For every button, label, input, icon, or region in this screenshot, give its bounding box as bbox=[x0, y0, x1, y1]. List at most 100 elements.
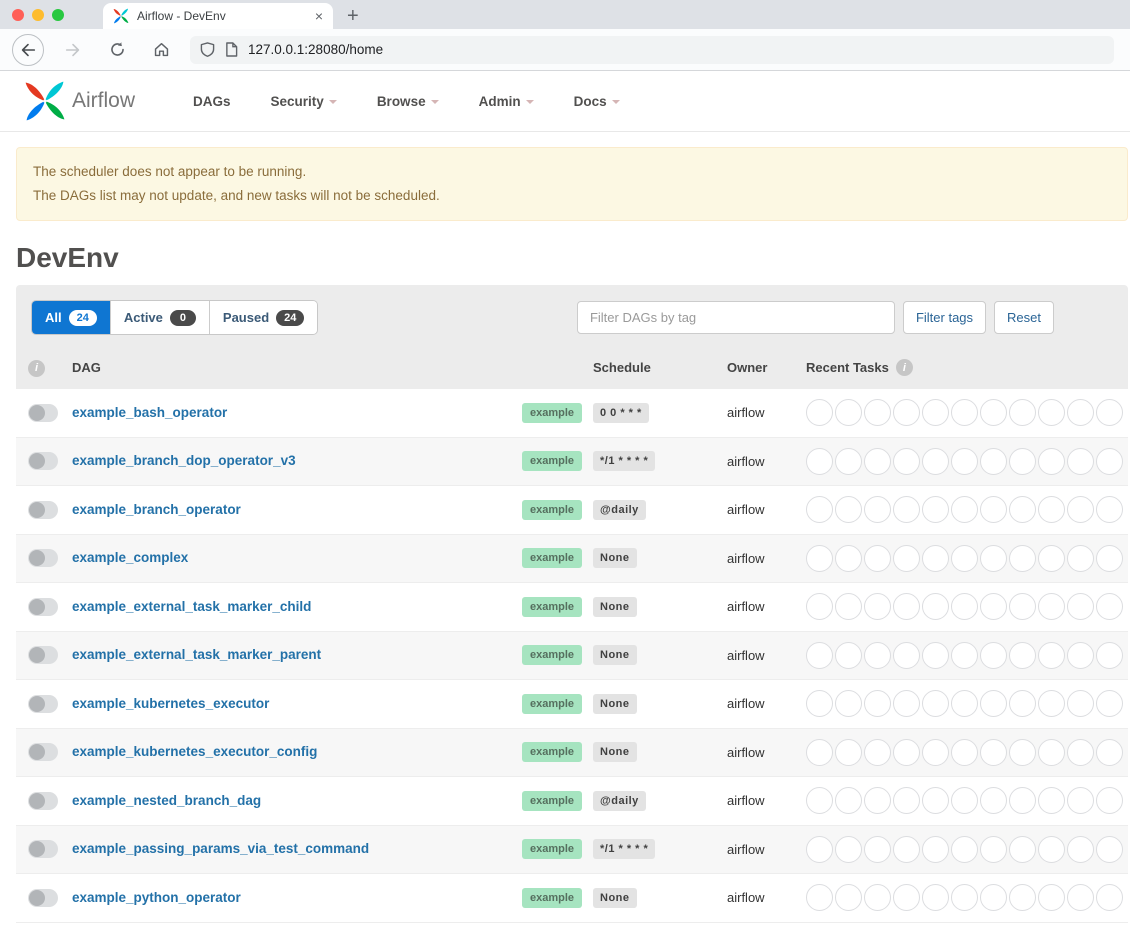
schedule-cell: */1 * * * * bbox=[593, 839, 727, 859]
schedule-badge: None bbox=[593, 645, 637, 665]
menu-item-browse[interactable]: Browse bbox=[357, 94, 459, 109]
dag-link[interactable]: example_kubernetes_executor bbox=[72, 696, 269, 711]
filter-tags-button[interactable]: Filter tags bbox=[903, 301, 986, 334]
dags-panel: All 24 Active 0 Paused 24 Filter tags Re… bbox=[16, 285, 1128, 389]
menu-item-docs[interactable]: Docs bbox=[554, 94, 640, 109]
owner-label: airflow bbox=[727, 648, 806, 663]
schedule-badge: None bbox=[593, 742, 637, 762]
dag-tag-badge[interactable]: example bbox=[522, 839, 582, 859]
dag-link[interactable]: example_bash_operator bbox=[72, 405, 227, 420]
info-icon[interactable]: i bbox=[896, 359, 913, 376]
task-state-circle bbox=[1038, 496, 1065, 523]
dag-tag-badge[interactable]: example bbox=[522, 694, 582, 714]
task-state-circle bbox=[922, 739, 949, 766]
menu-item-admin[interactable]: Admin bbox=[459, 94, 554, 109]
tab-active[interactable]: Active 0 bbox=[111, 301, 210, 334]
pause-toggle[interactable] bbox=[28, 840, 58, 858]
pause-toggle[interactable] bbox=[28, 501, 58, 519]
pause-toggle[interactable] bbox=[28, 452, 58, 470]
pause-toggle[interactable] bbox=[28, 646, 58, 664]
home-icon[interactable] bbox=[146, 35, 176, 65]
dag-tag-badge[interactable]: example bbox=[522, 888, 582, 908]
tab-paused-label: Paused bbox=[223, 310, 269, 325]
pause-toggle[interactable] bbox=[28, 598, 58, 616]
task-state-circle bbox=[1009, 545, 1036, 572]
menu-item-dags[interactable]: DAGs bbox=[173, 94, 251, 109]
reload-icon[interactable] bbox=[102, 35, 132, 65]
task-state-circle bbox=[1067, 884, 1094, 911]
dag-link[interactable]: example_complex bbox=[72, 550, 188, 565]
pause-toggle[interactable] bbox=[28, 889, 58, 907]
back-icon[interactable] bbox=[12, 34, 44, 66]
window-minimize-button[interactable] bbox=[32, 9, 44, 21]
dag-tag-cell: example bbox=[522, 888, 593, 908]
task-state-circle bbox=[893, 545, 920, 572]
pause-toggle[interactable] bbox=[28, 404, 58, 422]
dag-link[interactable]: example_external_task_marker_parent bbox=[72, 647, 321, 662]
tab-all[interactable]: All 24 bbox=[32, 301, 111, 334]
task-state-circle bbox=[893, 739, 920, 766]
task-state-circle bbox=[951, 787, 978, 814]
new-tab-button[interactable]: + bbox=[347, 6, 359, 26]
tab-close-icon[interactable]: × bbox=[315, 9, 323, 23]
owner-label: airflow bbox=[727, 696, 806, 711]
shield-icon[interactable] bbox=[200, 42, 215, 57]
header-dag[interactable]: DAG bbox=[72, 359, 593, 377]
task-state-circle bbox=[806, 448, 833, 475]
dag-tag-badge[interactable]: example bbox=[522, 548, 582, 568]
dag-row: example_kubernetes_executor_config examp… bbox=[16, 729, 1128, 778]
owner-label: airflow bbox=[727, 454, 806, 469]
dag-name-cell: example_branch_operator bbox=[72, 501, 522, 519]
dag-tag-badge[interactable]: example bbox=[522, 645, 582, 665]
pause-toggle[interactable] bbox=[28, 549, 58, 567]
task-state-circle bbox=[806, 836, 833, 863]
browser-tab[interactable]: Airflow - DevEnv × bbox=[103, 3, 333, 29]
forward-icon[interactable] bbox=[58, 35, 88, 65]
dag-tag-badge[interactable]: example bbox=[522, 403, 582, 423]
dag-link[interactable]: example_branch_dop_operator_v3 bbox=[72, 453, 296, 468]
airflow-logo[interactable]: Airflow bbox=[24, 80, 135, 122]
schedule-cell: None bbox=[593, 597, 727, 617]
filter-dags-by-tag-input[interactable] bbox=[577, 301, 895, 334]
task-state-circle bbox=[951, 739, 978, 766]
dag-tag-badge[interactable]: example bbox=[522, 500, 582, 520]
tab-paused[interactable]: Paused 24 bbox=[210, 301, 318, 334]
menu-item-security[interactable]: Security bbox=[251, 94, 357, 109]
dag-link[interactable]: example_external_task_marker_child bbox=[72, 599, 311, 614]
recent-tasks-cell bbox=[806, 787, 1128, 814]
url-text[interactable]: 127.0.0.1:28080/home bbox=[248, 42, 383, 57]
info-icon[interactable]: i bbox=[28, 360, 45, 377]
owner-label: airflow bbox=[727, 842, 806, 857]
dag-link[interactable]: example_branch_operator bbox=[72, 502, 241, 517]
task-state-circle bbox=[1096, 496, 1123, 523]
url-bar[interactable]: 127.0.0.1:28080/home bbox=[190, 36, 1114, 64]
task-state-circle bbox=[806, 545, 833, 572]
task-state-circle bbox=[1009, 836, 1036, 863]
dag-link[interactable]: example_passing_params_via_test_command bbox=[72, 841, 369, 856]
window-close-button[interactable] bbox=[12, 9, 24, 21]
task-state-circle bbox=[806, 593, 833, 620]
task-state-circle bbox=[922, 593, 949, 620]
dag-tag-badge[interactable]: example bbox=[522, 451, 582, 471]
task-state-circle bbox=[864, 642, 891, 669]
dag-tag-badge[interactable]: example bbox=[522, 742, 582, 762]
task-state-circle bbox=[835, 448, 862, 475]
task-state-circle bbox=[922, 496, 949, 523]
window-zoom-button[interactable] bbox=[52, 9, 64, 21]
task-state-circle bbox=[980, 642, 1007, 669]
page-info-icon[interactable] bbox=[225, 42, 238, 57]
pause-toggle[interactable] bbox=[28, 792, 58, 810]
task-state-circle bbox=[1038, 836, 1065, 863]
pause-toggle[interactable] bbox=[28, 695, 58, 713]
pause-toggle[interactable] bbox=[28, 743, 58, 761]
reset-button[interactable]: Reset bbox=[994, 301, 1054, 334]
dag-link[interactable]: example_kubernetes_executor_config bbox=[72, 744, 317, 759]
dag-tag-cell: example bbox=[522, 645, 593, 665]
dag-tag-badge[interactable]: example bbox=[522, 791, 582, 811]
schedule-cell: None bbox=[593, 888, 727, 908]
tab-active-label: Active bbox=[124, 310, 163, 325]
dag-link[interactable]: example_python_operator bbox=[72, 890, 241, 905]
dag-link[interactable]: example_nested_branch_dag bbox=[72, 793, 261, 808]
task-state-circle bbox=[1096, 642, 1123, 669]
dag-tag-badge[interactable]: example bbox=[522, 597, 582, 617]
